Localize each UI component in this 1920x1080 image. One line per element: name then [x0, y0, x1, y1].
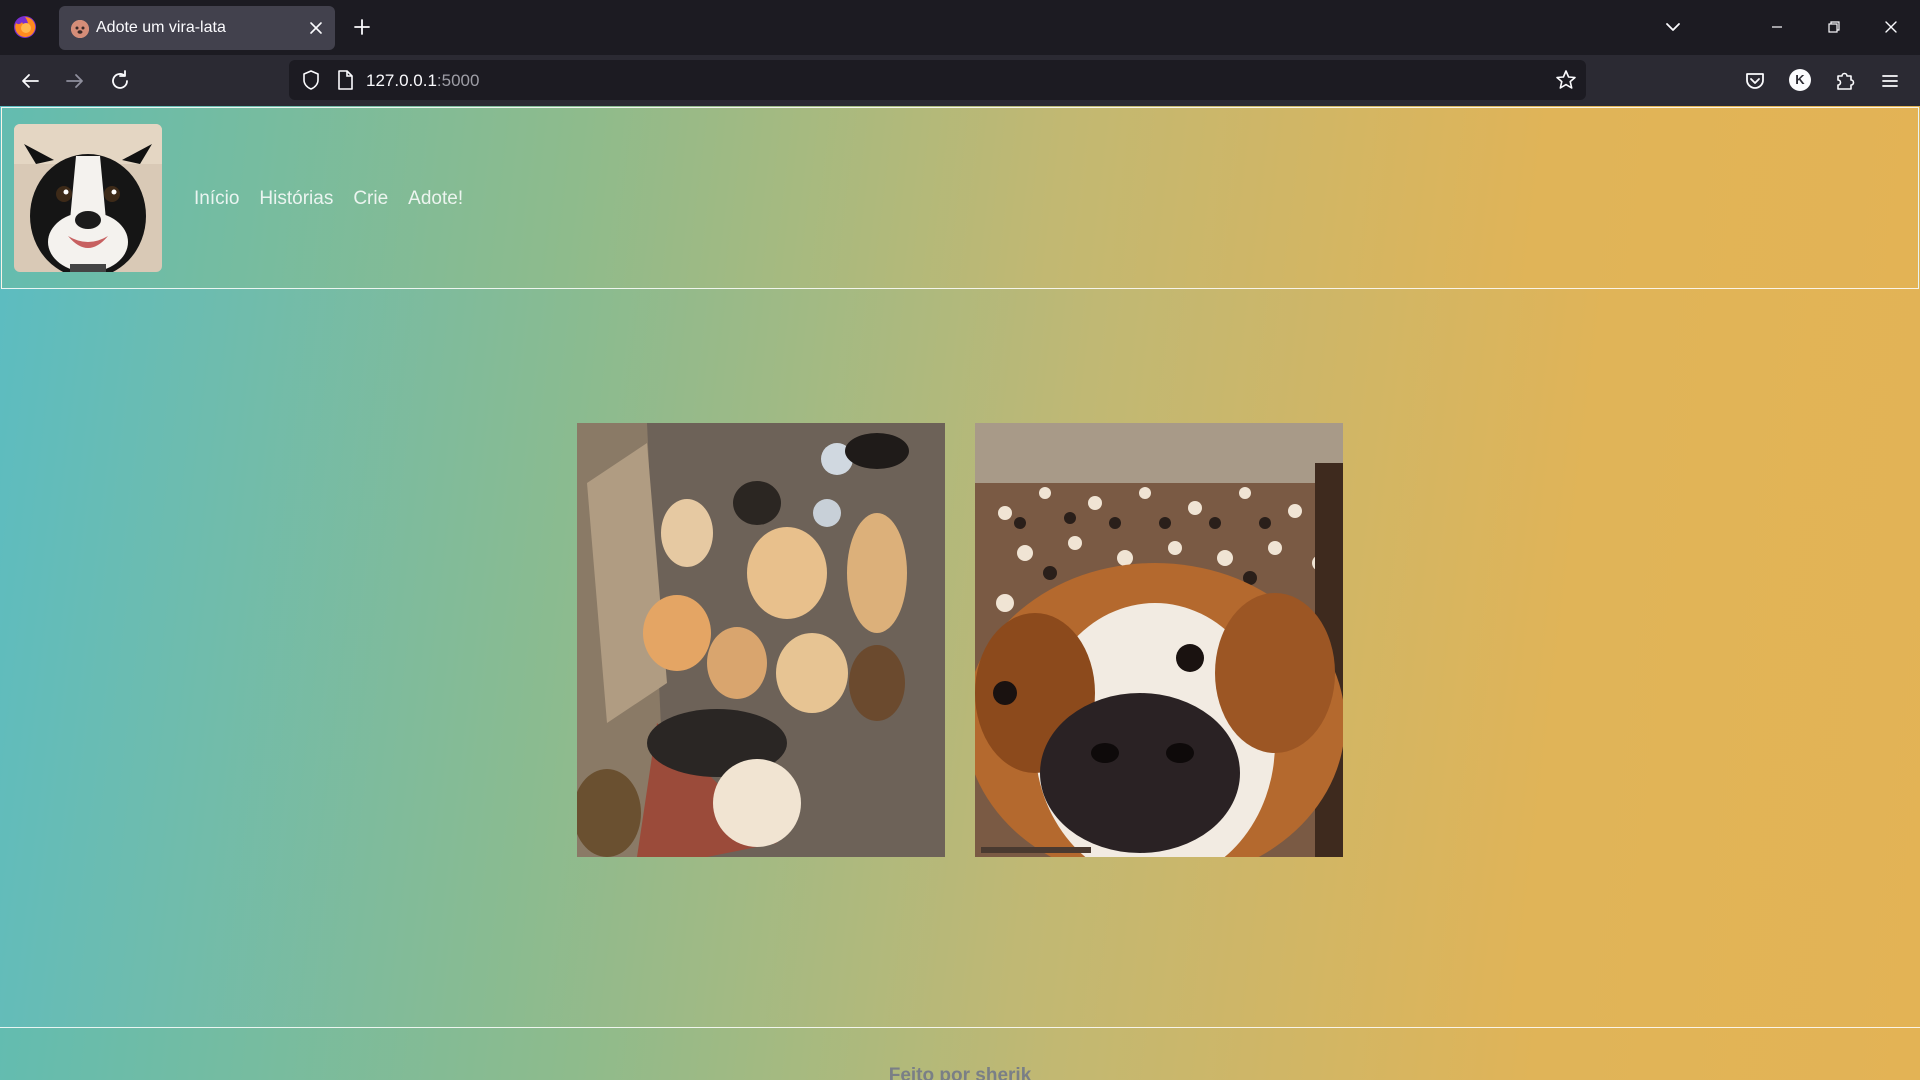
account-icon[interactable]: K	[1789, 69, 1811, 91]
menu-item-adote[interactable]: Adote!	[408, 188, 463, 210]
page-viewport: Início Histórias Crie Adote! Feito por s…	[0, 106, 1920, 1080]
menu-item-inicio[interactable]: Início	[194, 188, 239, 210]
back-icon[interactable]	[16, 67, 44, 95]
site-header: Início Histórias Crie Adote!	[1, 107, 1919, 289]
new-tab-icon[interactable]	[350, 15, 374, 39]
hamburger-icon[interactable]	[1876, 67, 1904, 95]
puzzle-icon[interactable]	[1831, 67, 1859, 95]
window-close-icon[interactable]	[1878, 15, 1904, 39]
main-menu: Início Histórias Crie Adote!	[194, 188, 463, 210]
url-bar[interactable]: 127.0.0.1:5000	[289, 60, 1586, 100]
menu-item-crie[interactable]: Crie	[353, 188, 388, 210]
dog-nose-photo	[975, 423, 1343, 857]
forward-icon[interactable]	[61, 67, 89, 95]
browser-nav-bar: 127.0.0.1:5000 K	[0, 55, 1920, 106]
site-footer: Feito por sherik	[0, 1027, 1920, 1080]
firefox-icon[interactable]	[13, 15, 37, 39]
dog-face-icon	[71, 20, 89, 38]
restore-icon[interactable]	[1821, 15, 1847, 39]
browser-tab[interactable]: Adote um vira-lata	[59, 6, 335, 50]
close-tab-icon[interactable]	[305, 17, 327, 39]
reload-icon[interactable]	[106, 67, 134, 95]
pocket-icon[interactable]	[1741, 67, 1769, 95]
browser-tab-bar: Adote um vira-lata	[0, 0, 1920, 55]
menu-item-historias[interactable]: Histórias	[259, 188, 333, 210]
photo-gallery	[577, 423, 1343, 857]
shield-icon[interactable]	[300, 69, 322, 91]
url-port: :5000	[436, 71, 480, 90]
url-text[interactable]: 127.0.0.1:5000	[366, 71, 479, 91]
tab-title: Adote um vira-lata	[96, 19, 226, 36]
minimize-icon[interactable]	[1764, 15, 1790, 39]
star-icon[interactable]	[1554, 68, 1578, 92]
url-host: 127.0.0.1	[366, 71, 437, 90]
chevron-down-icon[interactable]	[1661, 15, 1685, 39]
page-icon[interactable]	[334, 69, 356, 91]
dogs-group-photo	[577, 423, 945, 857]
dog-logo[interactable]	[14, 124, 162, 272]
footer-credit: Feito por sherik	[888, 1065, 1032, 1080]
